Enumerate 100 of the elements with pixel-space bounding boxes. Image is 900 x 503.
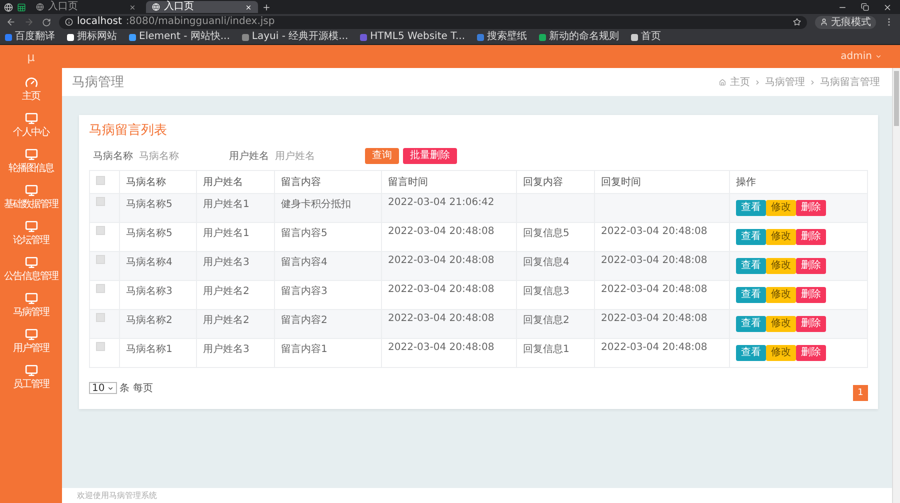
delete-button[interactable]: 删除 bbox=[796, 229, 826, 245]
table-cell: 留言内容1 bbox=[281, 344, 328, 355]
table-cell: 回复信息5 bbox=[523, 228, 570, 239]
bookmark[interactable]: 新动的命名规则 bbox=[539, 31, 620, 43]
row-checkbox[interactable] bbox=[96, 226, 105, 235]
delete-button[interactable]: 删除 bbox=[796, 316, 826, 332]
close-icon[interactable] bbox=[883, 2, 892, 12]
table-cell: 用户姓名2 bbox=[203, 315, 250, 326]
view-button[interactable]: 查看 bbox=[736, 258, 766, 274]
table-cell: 2022-03-04 20:48:08 bbox=[601, 255, 708, 266]
bookmark[interactable]: 拥标网站 bbox=[67, 31, 117, 43]
search-button[interactable]: 查询 bbox=[365, 148, 399, 164]
delete-button[interactable]: 删除 bbox=[796, 287, 826, 303]
sidebar-item[interactable]: 公告信息管理 bbox=[1, 251, 61, 287]
table-cell: 马病名称1 bbox=[126, 344, 172, 355]
bookmark[interactable]: HTML5 Website T... bbox=[360, 31, 466, 43]
breadcrumb-link[interactable]: 马病留言管理 bbox=[820, 75, 880, 89]
edit-button[interactable]: 修改 bbox=[766, 345, 796, 361]
user-icon bbox=[820, 18, 828, 26]
row-checkbox[interactable] bbox=[96, 342, 105, 351]
table-cell: 留言内容2 bbox=[281, 315, 328, 326]
address-bar[interactable]: localhost :8080/mabingguanli/index.jsp bbox=[59, 16, 807, 28]
table-cell: 2022-03-04 20:48:08 bbox=[388, 255, 494, 266]
table-cell: 回复信息1 bbox=[523, 344, 570, 355]
edit-button[interactable]: 修改 bbox=[766, 316, 796, 332]
sidebar-item[interactable]: 基础数据管理 bbox=[1, 179, 61, 215]
edit-button[interactable]: 修改 bbox=[766, 229, 796, 245]
view-button[interactable]: 查看 bbox=[736, 200, 766, 216]
info-icon[interactable] bbox=[65, 18, 73, 26]
close-icon[interactable] bbox=[129, 4, 136, 10]
logo: μ bbox=[26, 50, 36, 64]
delete-button[interactable]: 删除 bbox=[796, 345, 826, 361]
user-menu[interactable]: admin bbox=[840, 51, 882, 62]
view-button[interactable]: 查看 bbox=[736, 229, 766, 245]
card-title: 马病留言列表 bbox=[89, 123, 168, 139]
breadcrumb-link[interactable]: 主页 bbox=[730, 75, 750, 89]
home-icon bbox=[719, 78, 726, 86]
profile-button[interactable]: 无痕模式 bbox=[815, 16, 876, 28]
browser-icon bbox=[4, 2, 13, 12]
edit-button[interactable]: 修改 bbox=[766, 287, 796, 303]
sidebar-item[interactable]: 轮播图信息 bbox=[1, 143, 61, 179]
row-checkbox[interactable] bbox=[96, 284, 105, 293]
row-checkbox[interactable] bbox=[96, 313, 105, 322]
bookmark[interactable]: 搜索壁纸 bbox=[477, 31, 528, 43]
monitor-icon bbox=[24, 184, 38, 197]
column-header: 用户姓名 bbox=[203, 177, 243, 188]
breadcrumb-link[interactable]: 马病管理 bbox=[765, 75, 805, 89]
new-tab-icon[interactable] bbox=[262, 2, 271, 12]
column-header: 留言内容 bbox=[281, 177, 321, 188]
bookmark[interactable]: Layui - 经典开源模... bbox=[242, 31, 348, 43]
table-cell: 留言内容5 bbox=[281, 228, 328, 239]
app-tab-icon[interactable] bbox=[17, 2, 26, 12]
sidebar-item[interactable]: 个人中心 bbox=[1, 107, 61, 143]
table-cell: 健身卡积分抵扣 bbox=[281, 199, 351, 210]
delete-button[interactable]: 删除 bbox=[796, 200, 826, 216]
select-all-checkbox[interactable] bbox=[96, 176, 105, 185]
bookmark[interactable]: Element - 网站快... bbox=[129, 31, 230, 43]
edit-button[interactable]: 修改 bbox=[766, 258, 796, 274]
table-cell: 2022-03-04 20:48:08 bbox=[601, 342, 708, 353]
reload-icon[interactable] bbox=[42, 18, 51, 26]
page-size-select[interactable]: 10 bbox=[89, 382, 117, 394]
delete-button[interactable]: 删除 bbox=[796, 258, 826, 274]
sidebar-item[interactable]: 员工管理 bbox=[1, 359, 61, 395]
column-header: 回复内容 bbox=[523, 177, 563, 188]
row-checkbox[interactable] bbox=[96, 255, 105, 264]
table-cell: 马病名称2 bbox=[126, 315, 172, 326]
view-button[interactable]: 查看 bbox=[736, 287, 766, 303]
star-icon[interactable] bbox=[793, 18, 801, 26]
table-cell: 回复信息2 bbox=[523, 315, 570, 326]
bookmark[interactable]: 百度翻译 bbox=[5, 31, 55, 43]
per-page-label: 条 每页 bbox=[120, 382, 153, 395]
sidebar-item[interactable]: 用户管理 bbox=[1, 323, 61, 359]
browser-tab[interactable]: 入口页 bbox=[146, 1, 258, 13]
table-cell: 2022-03-04 21:06:42 bbox=[388, 197, 494, 208]
view-button[interactable]: 查看 bbox=[736, 345, 766, 361]
table-cell: 2022-03-04 20:48:08 bbox=[388, 226, 494, 237]
view-button[interactable]: 查看 bbox=[736, 316, 766, 332]
table-cell: 2022-03-04 20:48:08 bbox=[388, 313, 494, 324]
table-cell: 用户姓名2 bbox=[203, 286, 250, 297]
edit-button[interactable]: 修改 bbox=[766, 200, 796, 216]
sidebar-item[interactable]: 论坛管理 bbox=[1, 215, 61, 251]
row-checkbox[interactable] bbox=[96, 197, 105, 206]
monitor-icon bbox=[24, 292, 38, 305]
table-cell: 用户姓名3 bbox=[203, 257, 250, 268]
table-cell: 2022-03-04 20:48:08 bbox=[601, 226, 708, 237]
restore-icon[interactable] bbox=[861, 2, 869, 10]
table-cell: 回复信息4 bbox=[523, 257, 570, 268]
table-cell: 留言内容4 bbox=[281, 257, 328, 268]
table-cell: 留言内容3 bbox=[281, 286, 328, 297]
filter-label: 马病名称 bbox=[93, 150, 133, 163]
column-header: 留言时间 bbox=[388, 177, 428, 188]
table-cell: 用户姓名3 bbox=[203, 344, 250, 355]
page-button[interactable]: 1 bbox=[853, 385, 868, 401]
table-cell: 用户姓名1 bbox=[203, 199, 250, 210]
table-cell: 马病名称5 bbox=[126, 199, 172, 210]
bookmark[interactable]: 首页 bbox=[631, 31, 662, 43]
back-icon[interactable] bbox=[6, 17, 16, 27]
sidebar-item[interactable]: 主页 bbox=[1, 71, 61, 107]
sidebar-item[interactable]: 马病管理 bbox=[1, 287, 61, 323]
batch-delete-button[interactable]: 批量删除 bbox=[403, 148, 457, 164]
